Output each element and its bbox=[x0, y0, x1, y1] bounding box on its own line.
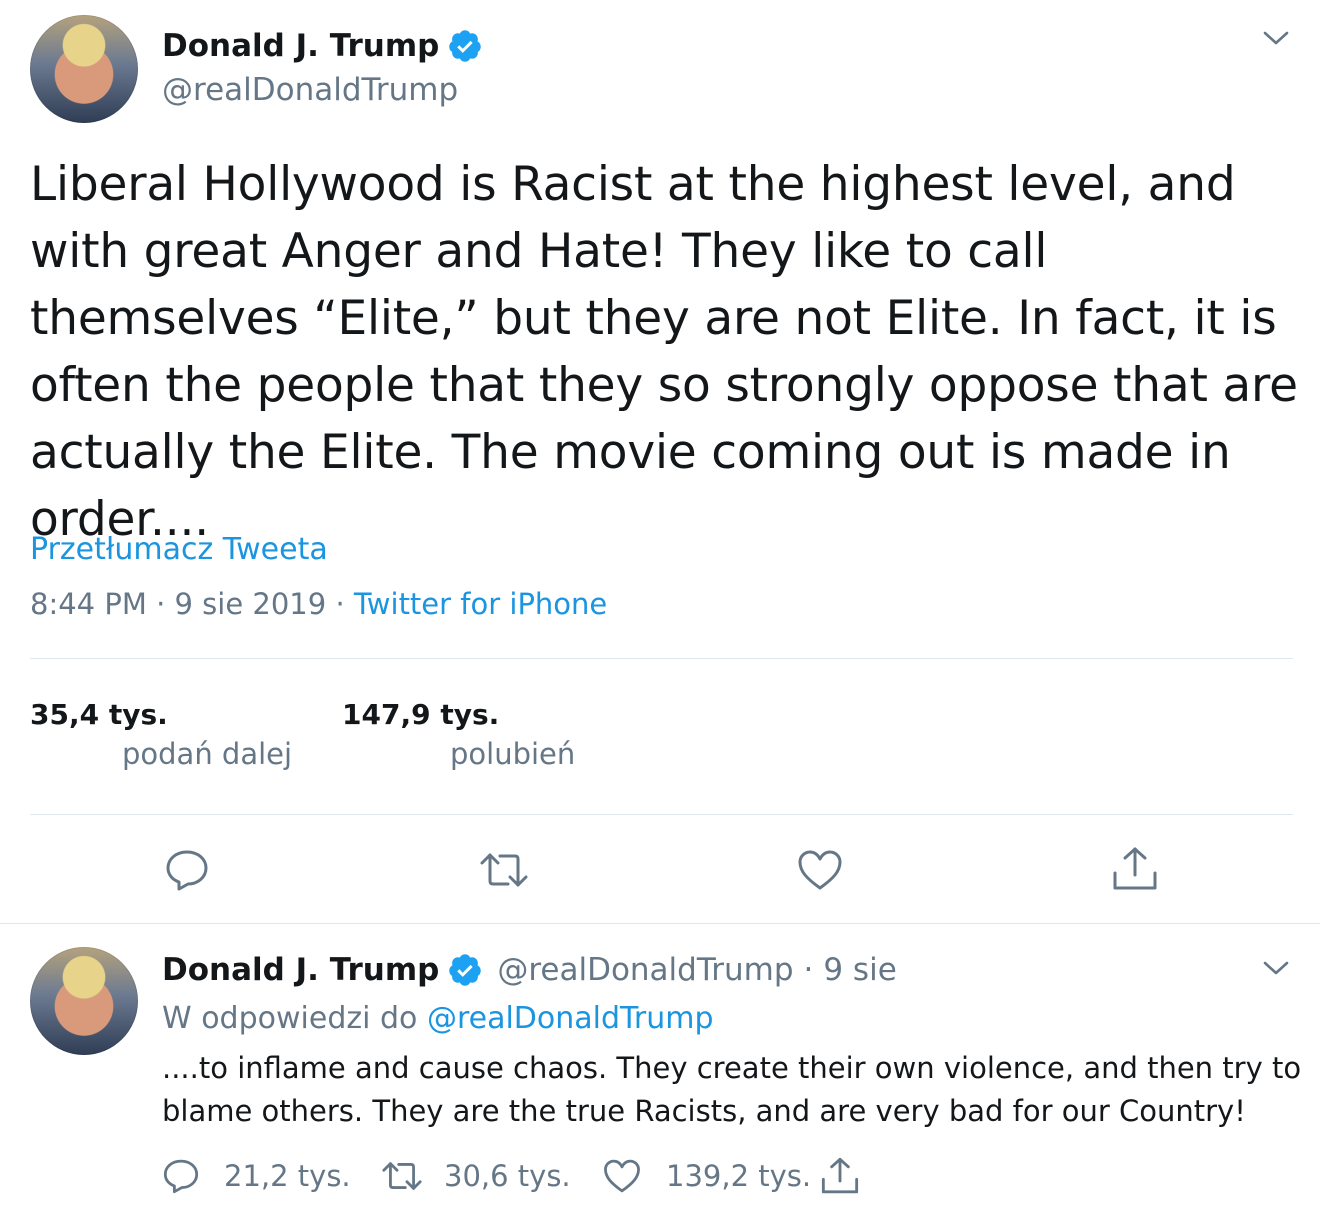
verified-badge-icon bbox=[447, 28, 483, 64]
likes-stat[interactable]: 147,9 tys. polubień bbox=[342, 698, 575, 771]
reply-count: 21,2 tys. bbox=[224, 1159, 351, 1193]
reply-icon bbox=[164, 847, 210, 893]
like-icon bbox=[602, 1157, 642, 1195]
tweet-meta: 8:44 PM · 9 sie 2019 · Twitter for iPhon… bbox=[30, 587, 607, 621]
in-reply-handle[interactable]: @realDonaldTrump bbox=[427, 1001, 714, 1036]
divider bbox=[30, 814, 1293, 815]
verified-badge-icon bbox=[447, 952, 483, 988]
chevron-down-icon[interactable] bbox=[1262, 28, 1290, 48]
tweet-source[interactable]: Twitter for iPhone bbox=[354, 587, 607, 621]
avatar[interactable] bbox=[30, 947, 138, 1055]
retweets-stat[interactable]: 35,4 tys. podań dalej bbox=[30, 698, 292, 771]
retweets-count: 35,4 tys. bbox=[30, 698, 168, 731]
tweet-text: Liberal Hollywood is Racist at the highe… bbox=[30, 157, 1298, 547]
reply-tweet-text: ....to inflame and cause chaos. They cre… bbox=[162, 1051, 1302, 1128]
in-reply-to: W odpowiedzi do @realDonaldTrump bbox=[162, 1001, 714, 1036]
reply-reply-button[interactable]: 21,2 tys. bbox=[162, 1157, 351, 1195]
reply-button[interactable] bbox=[164, 847, 210, 893]
divider bbox=[0, 923, 1320, 924]
likes-count: 147,9 tys. bbox=[342, 698, 500, 731]
reply-like-button[interactable]: 139,2 tys. bbox=[602, 1157, 811, 1195]
avatar[interactable] bbox=[30, 15, 138, 123]
share-button[interactable] bbox=[1111, 845, 1159, 893]
like-count: 139,2 tys. bbox=[666, 1159, 812, 1193]
like-button[interactable] bbox=[796, 847, 844, 893]
retweet-count: 30,6 tys. bbox=[444, 1159, 571, 1193]
author-name[interactable]: Donald J. Trump bbox=[162, 28, 439, 64]
tweet-date[interactable]: 9 sie 2019 bbox=[175, 587, 327, 621]
meta-separator: · bbox=[156, 587, 166, 621]
retweet-button[interactable] bbox=[478, 847, 530, 893]
chevron-down-icon[interactable] bbox=[1262, 958, 1290, 978]
like-icon bbox=[796, 847, 844, 893]
likes-label: polubień bbox=[450, 737, 576, 771]
divider bbox=[30, 658, 1293, 659]
meta-separator: · bbox=[335, 587, 345, 621]
share-icon bbox=[820, 1156, 860, 1196]
author-handle[interactable]: @realDonaldTrump bbox=[162, 72, 458, 108]
translate-link[interactable]: Przetłumacz Tweeta bbox=[30, 532, 328, 567]
main-author-row: Donald J. Trump bbox=[162, 28, 483, 64]
reply-retweet-button[interactable]: 30,6 tys. bbox=[380, 1157, 571, 1195]
in-reply-prefix: W odpowiedzi do bbox=[162, 1001, 418, 1036]
author-handle[interactable]: @realDonaldTrump bbox=[497, 952, 793, 988]
retweets-label: podań dalej bbox=[122, 737, 293, 771]
reply-share-button[interactable] bbox=[820, 1156, 860, 1196]
tweet-time[interactable]: 8:44 PM bbox=[30, 587, 147, 621]
share-icon bbox=[1111, 845, 1159, 893]
reply-icon bbox=[162, 1157, 200, 1195]
retweet-icon bbox=[478, 847, 530, 893]
author-name[interactable]: Donald J. Trump bbox=[162, 952, 439, 988]
retweet-icon bbox=[380, 1157, 424, 1195]
meta-separator: · bbox=[803, 952, 814, 988]
reply-author-row: Donald J. Trump @realDonaldTrump · 9 sie bbox=[162, 952, 897, 988]
tweet-date[interactable]: 9 sie bbox=[823, 952, 896, 988]
